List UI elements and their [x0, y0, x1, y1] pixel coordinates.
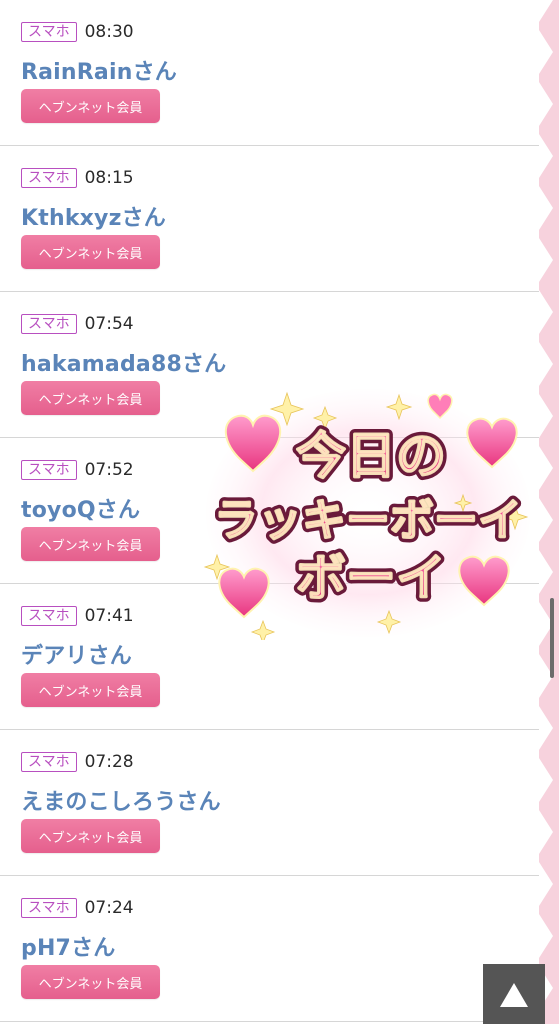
access-time: 07:54: [84, 314, 134, 334]
lucky-boy-stamp: 今日の ラッキーボーイ ボーイ 今日の ラッキーボーイ ボーイ: [203, 385, 533, 640]
device-badge: スマホ: [21, 168, 77, 188]
user-name-link[interactable]: デアリさん: [21, 638, 132, 670]
user-name-link[interactable]: hakamada88さん: [21, 346, 226, 378]
user-name-link[interactable]: pH7さん: [21, 930, 115, 962]
scrollbar-thumb[interactable]: [550, 598, 554, 678]
user-name-link[interactable]: Kthkxyzさん: [21, 200, 166, 232]
access-time: 08:15: [84, 168, 134, 188]
page: スマホ 08:30 RainRainさん ヘブンネット会員 スマホ 08:15 …: [0, 0, 559, 1024]
stamp-text-line3-outline: ボーイ: [296, 549, 446, 607]
access-time: 07:41: [84, 606, 134, 626]
member-badge: ヘブンネット会員: [21, 819, 160, 853]
member-badge: ヘブンネット会員: [21, 381, 160, 415]
triangle-up-icon: [500, 983, 528, 1007]
device-badge: スマホ: [21, 22, 77, 42]
member-badge: ヘブンネット会員: [21, 673, 160, 707]
device-badge: スマホ: [21, 314, 77, 334]
device-badge: スマホ: [21, 752, 77, 772]
member-badge: ヘブンネット会員: [21, 965, 160, 999]
list-item: スマホ 08:15 Kthkxyzさん ヘブンネット会員: [0, 146, 540, 292]
heart-icon: [218, 567, 270, 619]
user-name-link[interactable]: えまのこしろうさん: [21, 784, 221, 816]
decorative-edge: [539, 0, 559, 1024]
member-badge: ヘブンネット会員: [21, 235, 160, 269]
entry-meta: スマホ 07:54: [21, 314, 134, 334]
member-badge: ヘブンネット会員: [21, 527, 160, 561]
access-time: 07:24: [84, 898, 134, 918]
device-badge: スマホ: [21, 606, 77, 626]
access-time: 07:52: [84, 460, 134, 480]
list-item: スマホ 07:24 pH7さん ヘブンネット会員: [0, 876, 540, 1022]
entry-meta: スマホ 07:52: [21, 460, 134, 480]
entry-meta: スマホ 07:28: [21, 752, 134, 772]
entry-meta: スマホ 07:24: [21, 898, 134, 918]
stamp-text-line2-outline: ラッキーボーイ: [214, 495, 522, 546]
user-name-link[interactable]: RainRainさん: [21, 54, 177, 86]
entry-meta: スマホ 08:30: [21, 22, 134, 42]
stamp-text-line1-outline: 今日の: [296, 427, 446, 485]
list-item: スマホ 07:28 えまのこしろうさん ヘブンネット会員: [0, 730, 540, 876]
entry-meta: スマホ 08:15: [21, 168, 134, 188]
device-badge: スマホ: [21, 460, 77, 480]
access-time: 07:28: [84, 752, 134, 772]
member-badge: ヘブンネット会員: [21, 89, 160, 123]
back-to-top-button[interactable]: [483, 964, 545, 1024]
device-badge: スマホ: [21, 898, 77, 918]
entry-meta: スマホ 07:41: [21, 606, 134, 626]
list-item: スマホ 08:30 RainRainさん ヘブンネット会員: [0, 0, 540, 146]
user-name-link[interactable]: toyoQさん: [21, 492, 140, 524]
access-time: 08:30: [84, 22, 134, 42]
